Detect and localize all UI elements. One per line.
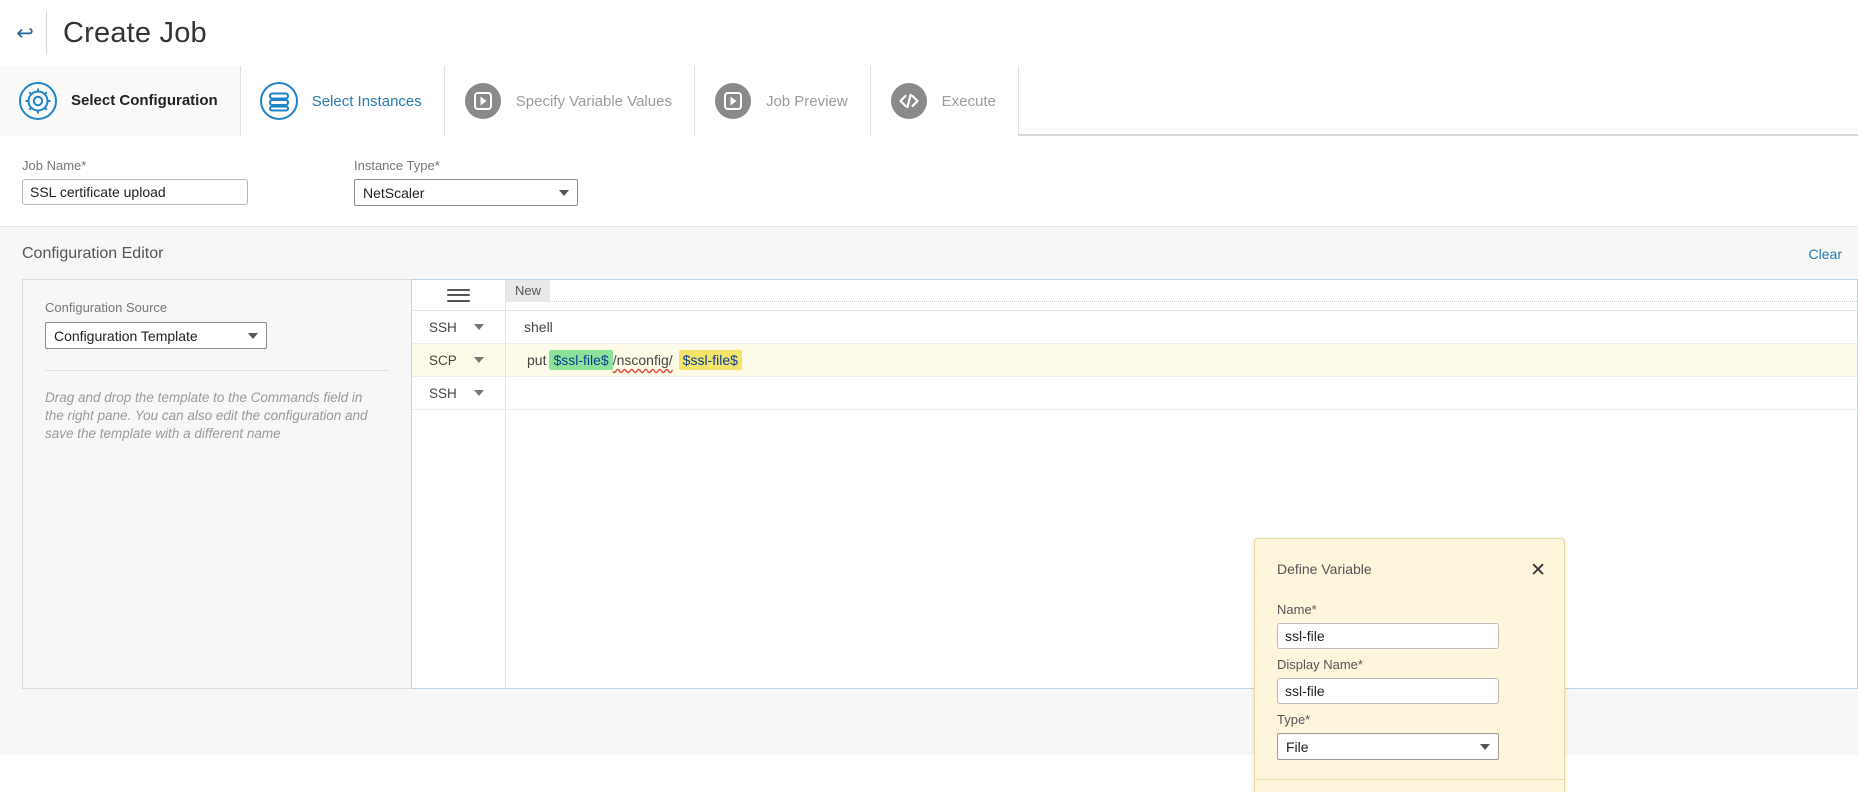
advanced-section-toggle[interactable]: Advanced › xyxy=(1255,779,1564,792)
command-token-space xyxy=(673,359,679,361)
wizard-tabbar: Select Configuration Select Instances Sp… xyxy=(0,66,1858,136)
gutter-empty xyxy=(412,410,506,688)
tab-specify-variable-values[interactable]: Specify Variable Values xyxy=(444,66,695,136)
divider xyxy=(45,370,389,371)
define-variable-title: Define Variable xyxy=(1277,561,1372,577)
job-form: Job Name* Instance Type* NetScaler xyxy=(0,136,1858,226)
drag-drop-hint: Drag and drop the template to the Comman… xyxy=(45,390,368,441)
editor-menu-cell xyxy=(412,280,506,310)
editor-tabstrip: New xyxy=(506,280,1857,310)
command-token-variable-yellow[interactable]: $ssl-file$ xyxy=(678,350,742,370)
tab-label: Job Preview xyxy=(765,92,848,110)
configuration-source-pane: Configuration Source Configuration Templ… xyxy=(22,279,411,689)
chevron-down-icon xyxy=(559,189,569,196)
tab-select-configuration[interactable]: Select Configuration xyxy=(0,66,241,136)
editor-header-row: New xyxy=(412,280,1857,311)
command-text[interactable]: shell xyxy=(506,311,1857,343)
tab-job-preview[interactable]: Job Preview xyxy=(694,66,871,136)
hamburger-menu-icon[interactable] xyxy=(447,288,470,302)
page-title: Create Job xyxy=(63,16,207,49)
variable-name-input[interactable] xyxy=(1277,623,1499,649)
tab-label: Select Instances xyxy=(311,92,422,110)
protocol-value: SSH xyxy=(429,319,457,335)
define-variable-body: Name* Display Name* Type* File xyxy=(1255,580,1564,760)
page-header: ↩ Create Job xyxy=(0,0,1858,66)
close-icon[interactable]: ✕ xyxy=(1530,561,1546,580)
job-name-input[interactable] xyxy=(22,179,248,205)
command-token-variable-green[interactable]: $ssl-file$ xyxy=(549,350,613,370)
chevron-down-icon xyxy=(1480,743,1490,750)
define-variable-popover: Define Variable ✕ Name* Display Name* Ty… xyxy=(1254,538,1565,792)
create-job-page: ↩ Create Job Select Configuration Select… xyxy=(0,0,1858,792)
header-divider xyxy=(46,11,47,55)
variable-display-name-input[interactable] xyxy=(1277,678,1499,704)
protocol-value: SSH xyxy=(429,385,457,401)
configuration-source-select[interactable]: Configuration Template xyxy=(45,322,267,349)
configuration-editor-body: Configuration Source Configuration Templ… xyxy=(22,279,1858,689)
tab-label: Execute xyxy=(941,92,996,110)
tab-select-instances[interactable]: Select Instances xyxy=(240,66,445,136)
configuration-editor-title: Configuration Editor xyxy=(22,245,164,262)
instance-type-value: NetScaler xyxy=(363,184,425,201)
command-text[interactable] xyxy=(506,377,1857,409)
tabstrip-dotted-rule xyxy=(550,301,1857,302)
protocol-select[interactable]: SCP xyxy=(412,344,506,376)
command-row: SCP put $ssl-file$ /nsconfig/ $ssl-file$ xyxy=(412,344,1857,377)
clear-button[interactable]: Clear xyxy=(1809,246,1850,262)
protocol-select[interactable]: SSH xyxy=(412,377,506,409)
variable-name-label: Name* xyxy=(1277,602,1317,617)
editor-canvas[interactable] xyxy=(506,410,1857,688)
back-arrow-icon[interactable]: ↩ xyxy=(8,13,42,53)
variable-type-value: File xyxy=(1286,738,1309,755)
instance-type-label: Instance Type* xyxy=(354,158,440,173)
configuration-editor-header: Configuration Editor Clear xyxy=(0,227,1858,279)
configuration-source-value: Configuration Template xyxy=(54,327,198,344)
command-text[interactable]: put $ssl-file$ /nsconfig/ $ssl-file$ xyxy=(506,344,1857,376)
variable-type-select[interactable]: File xyxy=(1277,733,1499,760)
command-token-keyword: put xyxy=(527,352,547,368)
chevron-down-icon xyxy=(473,390,484,396)
tab-label: Select Configuration xyxy=(71,92,218,109)
job-name-field-group: Job Name* xyxy=(22,158,248,206)
protocol-select[interactable]: SSH xyxy=(412,311,506,343)
instance-type-field-group: Instance Type* NetScaler xyxy=(354,158,578,206)
server-stack-circle-icon xyxy=(259,81,299,121)
gear-circle-icon xyxy=(18,81,58,121)
commands-editor: New SSH shell SCP put $ssl-file$ /nsconf… xyxy=(411,279,1858,689)
instance-type-select[interactable]: NetScaler xyxy=(354,179,578,206)
editor-tab-new[interactable]: New xyxy=(506,280,551,302)
chevron-down-icon xyxy=(473,357,484,363)
variable-display-name-label: Display Name* xyxy=(1277,657,1363,672)
define-variable-header: Define Variable ✕ xyxy=(1255,539,1564,580)
protocol-value: SCP xyxy=(429,352,457,368)
tabbar-filler xyxy=(1018,66,1858,135)
editor-empty-area xyxy=(412,410,1857,688)
chevron-down-icon xyxy=(473,324,484,330)
play-circle-icon xyxy=(713,81,753,121)
command-token-path: /nsconfig/ xyxy=(612,352,673,368)
command-row: SSH xyxy=(412,377,1857,410)
configuration-source-label: Configuration Source xyxy=(45,300,168,315)
tab-label: Specify Variable Values xyxy=(515,92,672,110)
configuration-editor-section: Configuration Editor Clear Configuration… xyxy=(0,226,1858,792)
command-row: SSH shell xyxy=(412,311,1857,344)
play-circle-icon xyxy=(463,81,503,121)
chevron-down-icon xyxy=(248,332,258,339)
tab-execute[interactable]: Execute xyxy=(870,66,1019,136)
variable-type-label: Type* xyxy=(1277,712,1311,727)
job-name-label: Job Name* xyxy=(22,158,87,173)
code-circle-icon xyxy=(889,81,929,121)
